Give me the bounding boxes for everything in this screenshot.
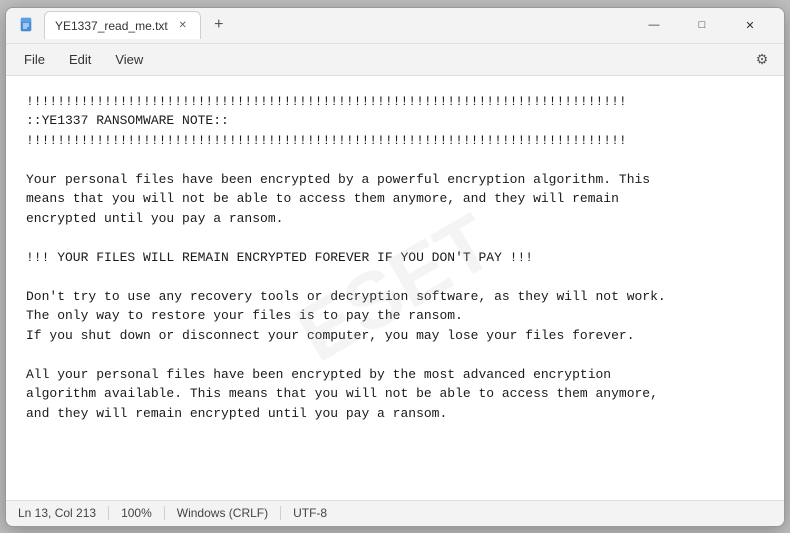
menu-items: File Edit View <box>14 48 153 71</box>
cursor-position: Ln 13, Col 213 <box>18 506 109 520</box>
encoding: UTF-8 <box>281 506 339 520</box>
settings-icon[interactable]: ⚙ <box>748 45 776 73</box>
active-tab[interactable]: YE1337_read_me.txt ✕ <box>44 11 201 39</box>
menu-edit[interactable]: Edit <box>59 48 101 71</box>
title-bar: YE1337_read_me.txt ✕ + — □ ✕ <box>6 8 784 44</box>
menu-bar: File Edit View ⚙ <box>6 44 784 76</box>
line-ending: Windows (CRLF) <box>165 506 281 520</box>
menu-view[interactable]: View <box>105 48 153 71</box>
status-bar: Ln 13, Col 213 100% Windows (CRLF) UTF-8 <box>6 500 784 526</box>
text-editor[interactable]: !!!!!!!!!!!!!!!!!!!!!!!!!!!!!!!!!!!!!!!!… <box>6 76 784 500</box>
window-controls: — □ ✕ <box>632 9 772 41</box>
app-icon <box>18 16 36 34</box>
notepad-window: YE1337_read_me.txt ✕ + — □ ✕ File Edit V… <box>5 7 785 527</box>
tab-bar: YE1337_read_me.txt ✕ + <box>18 11 632 39</box>
menu-file[interactable]: File <box>14 48 55 71</box>
content-area: ESET !!!!!!!!!!!!!!!!!!!!!!!!!!!!!!!!!!!… <box>6 76 784 500</box>
zoom-level: 100% <box>109 506 165 520</box>
new-tab-button[interactable]: + <box>205 11 233 39</box>
minimize-button[interactable]: — <box>632 9 676 41</box>
tab-close-button[interactable]: ✕ <box>176 19 190 33</box>
tab-title: YE1337_read_me.txt <box>55 19 168 33</box>
close-button[interactable]: ✕ <box>728 9 772 41</box>
maximize-button[interactable]: □ <box>680 9 724 41</box>
